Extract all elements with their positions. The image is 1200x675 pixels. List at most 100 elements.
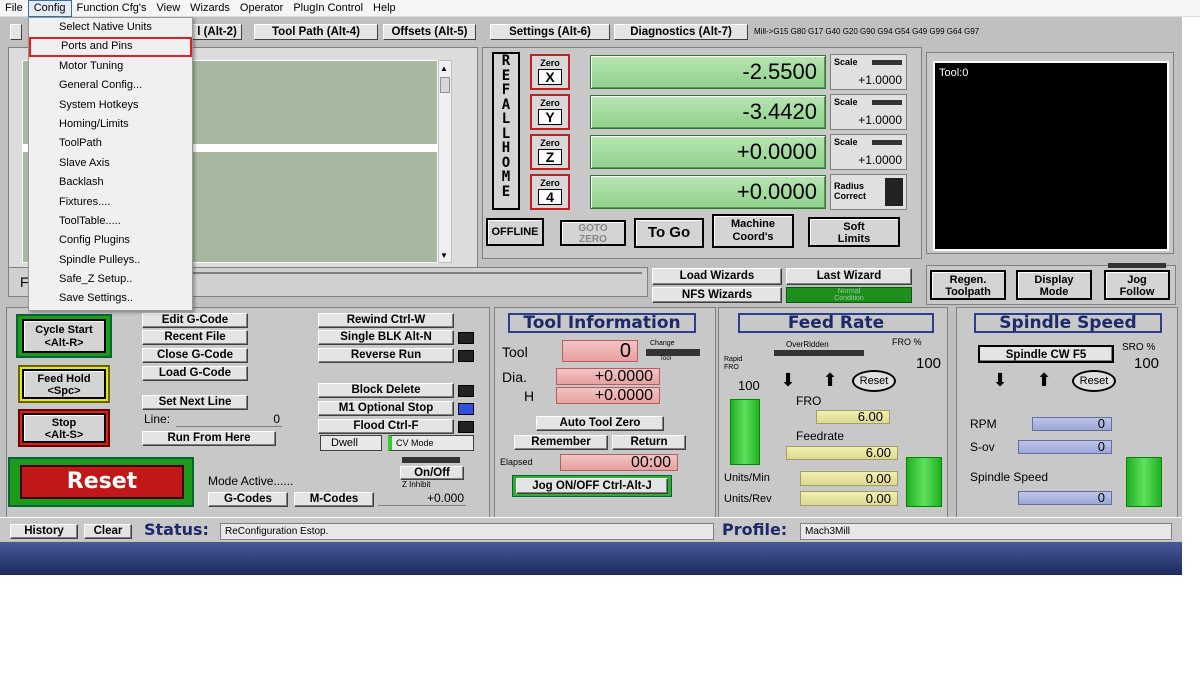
jog-onoff-button[interactable]: Jog ON/OFF Ctrl-Alt-J	[516, 478, 668, 494]
gcodes-button[interactable]: G-Codes	[208, 492, 288, 507]
menu-spindle-pulleys[interactable]: Spindle Pulleys..	[29, 251, 192, 270]
menu-motor-tuning[interactable]: Motor Tuning	[29, 57, 192, 76]
to-go-button[interactable]: To Go	[634, 218, 704, 248]
close-gcode-button[interactable]: Close G-Code	[142, 348, 248, 363]
soft-limits-button[interactable]: Soft Limits	[808, 217, 900, 247]
feed-override-slider[interactable]	[906, 457, 942, 507]
offline-button[interactable]: OFFLINE	[486, 218, 544, 246]
menu-select-native-units[interactable]: Select Native Units	[29, 18, 192, 37]
menu-system-hotkeys[interactable]: System Hotkeys	[29, 96, 192, 115]
reverse-run-button[interactable]: Reverse Run	[318, 348, 454, 363]
return-button[interactable]: Return	[612, 435, 686, 450]
scale-z[interactable]: Scale +1.0000	[830, 134, 907, 170]
dro-4[interactable]: +0.0000	[590, 175, 826, 209]
rewind-button[interactable]: Rewind Ctrl-W	[318, 313, 454, 328]
tool-number-field[interactable]: 0	[562, 340, 638, 362]
feedrate-field[interactable]: 6.00	[786, 446, 898, 460]
tab-partial[interactable]	[10, 24, 22, 40]
radius-correct-button[interactable]: Radius Correct	[830, 174, 907, 210]
menu-config-plugins[interactable]: Config Plugins	[29, 231, 192, 250]
menu-operator[interactable]: Operator	[235, 0, 288, 17]
menu-function-cfgs[interactable]: Function Cfg's	[72, 0, 152, 17]
block-delete-button[interactable]: Block Delete	[318, 383, 454, 398]
menu-safe-z-setup[interactable]: Safe_Z Setup..	[29, 270, 192, 289]
dro-z[interactable]: +0.0000	[590, 135, 826, 169]
menu-save-settings[interactable]: Save Settings..	[29, 289, 192, 308]
change-tool-button[interactable]	[646, 349, 700, 356]
reset-button[interactable]: Reset	[20, 465, 184, 499]
feed-down-icon[interactable]: ⬇	[776, 371, 800, 391]
spindle-up-icon[interactable]: ⬆	[1032, 371, 1056, 391]
set-next-line-button[interactable]: Set Next Line	[142, 395, 248, 410]
nfs-wizards-button[interactable]: NFS Wizards	[652, 287, 782, 303]
auto-tool-zero-button[interactable]: Auto Tool Zero	[536, 416, 664, 431]
spindle-down-icon[interactable]: ⬇	[988, 371, 1012, 391]
z-inhibit-onoff-button[interactable]: On/Off	[400, 466, 464, 480]
display-mode-button[interactable]: Display Mode	[1016, 270, 1092, 300]
menu-backlash[interactable]: Backlash	[29, 173, 192, 192]
fro-field[interactable]: 6.00	[816, 410, 890, 424]
menu-tooltable[interactable]: ToolTable.....	[29, 212, 192, 231]
zero-y-button[interactable]: Zero Y	[530, 94, 570, 130]
stop-button[interactable]: Stop <Alt-S>	[22, 413, 106, 443]
menu-config[interactable]: Config	[27, 0, 72, 17]
line-field[interactable]: 0	[176, 412, 282, 427]
single-block-button[interactable]: Single BLK Alt-N	[318, 330, 454, 345]
spindle-speed-field[interactable]: 0	[1018, 491, 1112, 505]
edit-gcode-button[interactable]: Edit G-Code	[142, 313, 248, 328]
spindle-override-slider[interactable]	[1126, 457, 1162, 507]
feed-up-icon[interactable]: ⬆	[818, 371, 842, 391]
spindle-cw-button[interactable]: Spindle CW F5	[978, 345, 1114, 363]
jog-follow-button[interactable]: Jog Follow	[1104, 270, 1170, 300]
machine-coords-button[interactable]: Machine Coord's	[712, 214, 794, 248]
menu-general-config[interactable]: General Config...	[29, 76, 192, 95]
scale-y[interactable]: Scale +1.0000	[830, 94, 907, 130]
tab-toolpath[interactable]: Tool Path (Alt-4)	[254, 24, 378, 40]
cycle-start-button[interactable]: Cycle Start <Alt-R>	[22, 319, 106, 353]
menu-ports-and-pins[interactable]: Ports and Pins	[29, 37, 192, 57]
menu-view[interactable]: View	[152, 0, 186, 17]
tab-settings[interactable]: Settings (Alt-6)	[490, 24, 610, 40]
menu-toolpath[interactable]: ToolPath	[29, 134, 192, 153]
menu-fixtures[interactable]: Fixtures....	[29, 193, 192, 212]
goto-zero-button[interactable]: GOTO ZERO	[560, 220, 626, 246]
mcodes-button[interactable]: M-Codes	[294, 492, 374, 507]
run-from-here-button[interactable]: Run From Here	[142, 431, 276, 446]
load-gcode-button[interactable]: Load G-Code	[142, 366, 248, 381]
menu-homing-limits[interactable]: Homing/Limits	[29, 115, 192, 134]
scroll-up-icon[interactable]: ▲	[440, 64, 448, 73]
m1-optional-stop-button[interactable]: M1 Optional Stop	[318, 401, 454, 416]
menu-plugin-control[interactable]: PlugIn Control	[288, 0, 368, 17]
load-wizards-button[interactable]: Load Wizards	[652, 268, 782, 285]
spindle-reset-button[interactable]: Reset	[1072, 370, 1116, 392]
flood-button[interactable]: Flood Ctrl-F	[318, 419, 454, 434]
last-wizard-button[interactable]: Last Wizard	[786, 268, 912, 285]
scroll-down-icon[interactable]: ▼	[440, 251, 448, 260]
rpm-field[interactable]: 0	[1032, 417, 1112, 431]
dro-x[interactable]: -2.5500	[590, 55, 826, 89]
zero-4-button[interactable]: Zero 4	[530, 174, 570, 210]
regen-toolpath-button[interactable]: Regen. Toolpath	[930, 270, 1006, 300]
menu-file[interactable]: File	[0, 0, 28, 17]
toolpath-display[interactable]: Tool:0	[933, 61, 1169, 251]
z-inhibit-value[interactable]: +0.000	[378, 491, 466, 506]
scroll-thumb[interactable]	[440, 77, 450, 93]
recent-file-button[interactable]: Recent File	[142, 330, 248, 345]
menu-wizards[interactable]: Wizards	[185, 0, 235, 17]
zero-x-button[interactable]: Zero X	[530, 54, 570, 90]
zero-z-button[interactable]: Zero Z	[530, 134, 570, 170]
tab-offsets[interactable]: Offsets (Alt-5)	[383, 24, 476, 40]
tab-diagnostics[interactable]: Diagnostics (Alt-7)	[614, 24, 748, 40]
ref-all-home-button[interactable]: R E F A L L H O M E	[492, 52, 520, 210]
remember-button[interactable]: Remember	[514, 435, 608, 450]
clear-button[interactable]: Clear	[84, 524, 132, 539]
history-button[interactable]: History	[10, 524, 78, 539]
tab-alt2[interactable]: l (Alt-2)	[192, 24, 242, 40]
dro-y[interactable]: -3.4420	[590, 95, 826, 129]
feed-hold-button[interactable]: Feed Hold <Spc>	[22, 369, 106, 399]
menu-slave-axis[interactable]: Slave Axis	[29, 154, 192, 173]
feed-slider[interactable]	[730, 399, 760, 465]
feed-reset-button[interactable]: Reset	[852, 370, 896, 392]
menu-help[interactable]: Help	[368, 0, 401, 17]
dia-field[interactable]: +0.0000	[556, 368, 660, 385]
